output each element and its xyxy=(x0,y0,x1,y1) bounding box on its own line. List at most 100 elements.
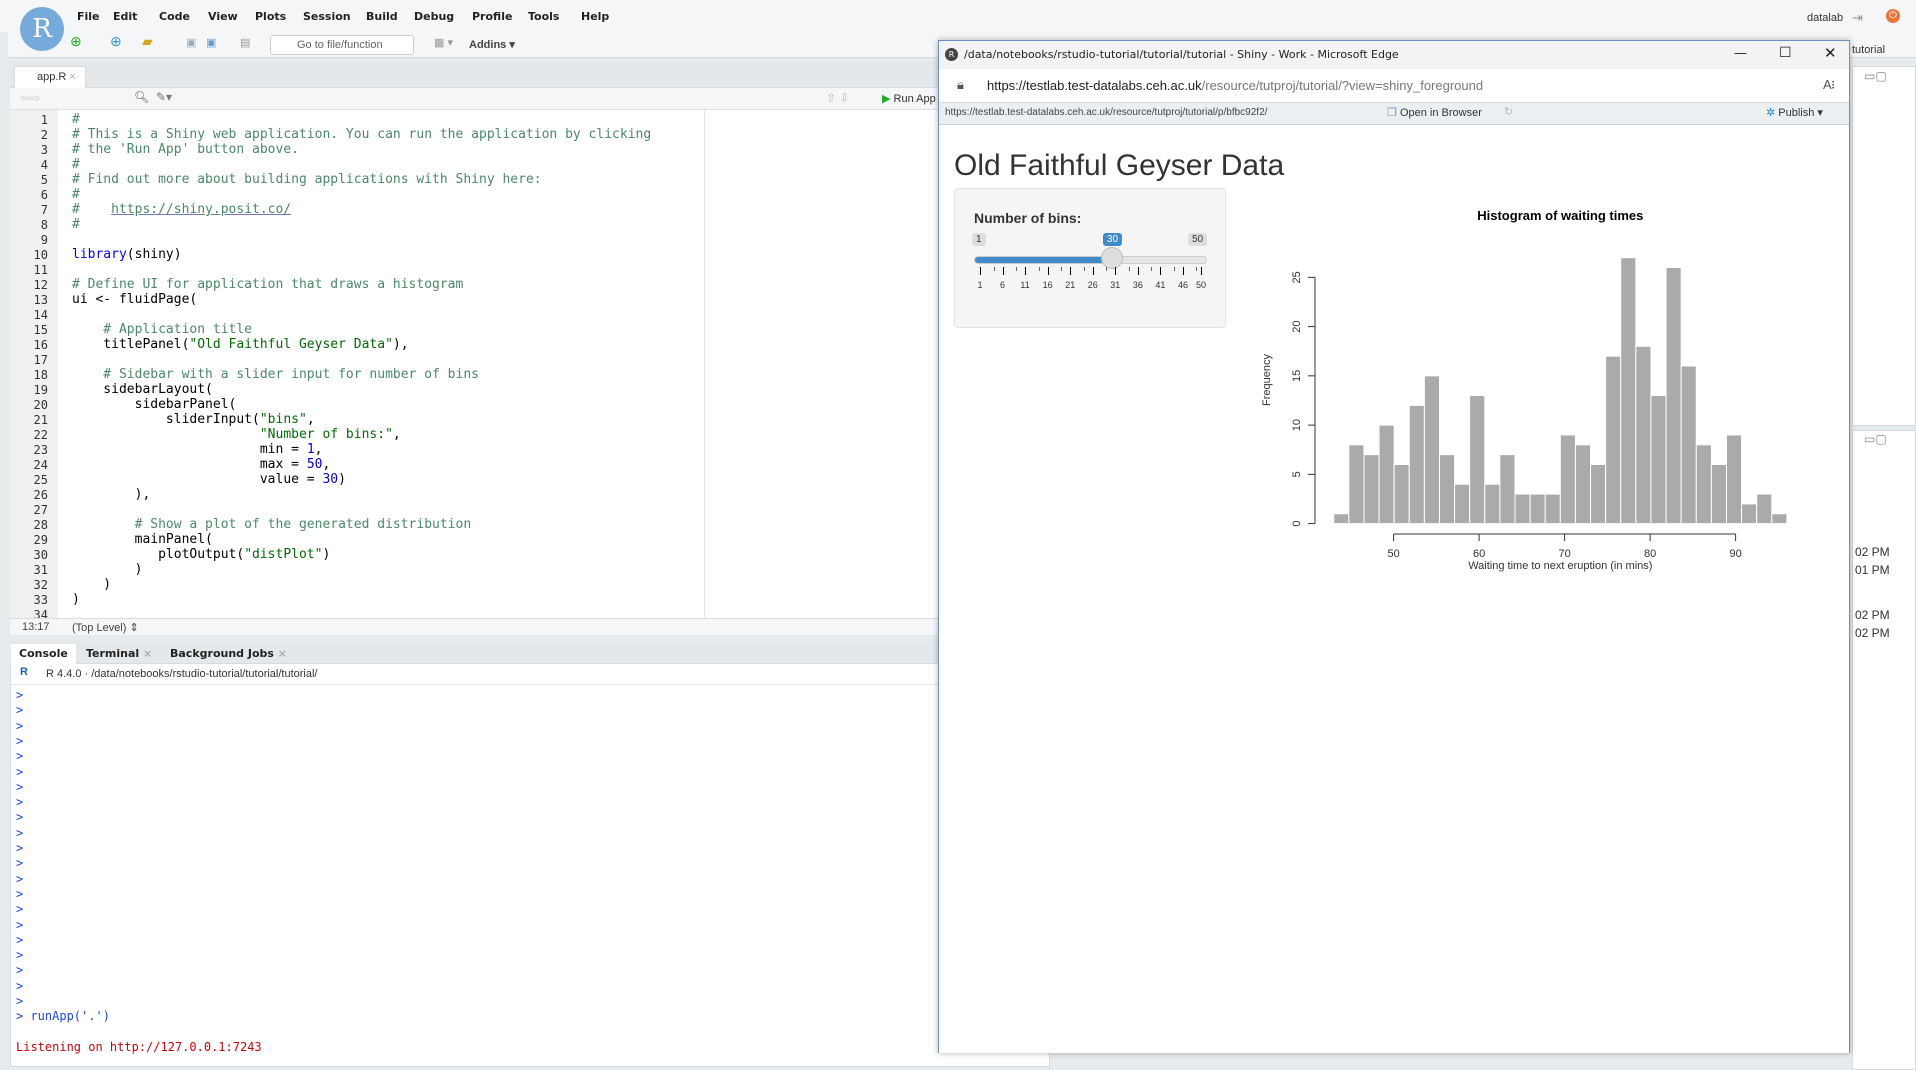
histogram-bar xyxy=(1499,454,1516,525)
code-token: plotOutput( xyxy=(72,547,245,562)
new-file-icon[interactable]: ⊕ xyxy=(70,33,82,51)
close-icon[interactable]: × xyxy=(278,647,287,660)
close-icon[interactable]: × xyxy=(69,71,75,83)
menu-code[interactable]: Code xyxy=(159,10,190,23)
slider-value-label: 30 xyxy=(1102,233,1123,246)
menu-tools[interactable]: Tools xyxy=(528,10,559,23)
console-output[interactable]: > > > > > > > > > > > > > > > > > > > > > > runApp('.') Listen… xyxy=(0,686,940,1066)
save-icon[interactable]: ▣ xyxy=(186,36,196,54)
menu-profile[interactable]: Profile xyxy=(472,10,512,23)
rstudio-logo: R xyxy=(20,7,64,51)
open-in-browser-button[interactable]: ❐ Open in Browser xyxy=(1387,106,1482,119)
address-bar[interactable]: 🔒︎ https://testlab.test-datalabs.ceh.ac.… xyxy=(939,69,1849,103)
sign-out-icon[interactable]: ⇥ xyxy=(1852,10,1863,26)
code-line: ), xyxy=(72,487,151,502)
up-down-arrows-icon[interactable]: ⇧ ⇩ xyxy=(826,91,849,105)
histogram-bar xyxy=(1620,257,1637,525)
code-token: 30 xyxy=(322,472,339,487)
code-line: "Number of bins:", xyxy=(72,427,401,442)
maximize-icon[interactable]: ▭▢ xyxy=(1864,432,1887,446)
tab-terminal[interactable]: Terminal × xyxy=(78,644,160,664)
slider-tick xyxy=(1201,267,1202,275)
close-icon[interactable]: × xyxy=(143,647,152,660)
menu-plots[interactable]: Plots xyxy=(255,10,286,23)
save-all-icon[interactable]: ▣ xyxy=(206,36,216,54)
histogram-bar xyxy=(1695,444,1712,525)
code-token: ) xyxy=(72,562,143,577)
line-number: 1 xyxy=(40,113,48,127)
line-number: 16 xyxy=(33,338,48,352)
scope-label: (Top Level) xyxy=(72,622,127,634)
slider-minor-tick xyxy=(1083,267,1085,271)
x-tick-label: 80 xyxy=(1644,548,1656,560)
menu-help[interactable]: Help xyxy=(581,10,609,23)
run-app-button[interactable]: ▶ Run App xyxy=(882,92,936,105)
line-number: 33 xyxy=(33,593,48,607)
line-number: 23 xyxy=(33,443,48,457)
scope-selector[interactable]: (Top Level) ⇕ xyxy=(72,621,139,634)
addins-menu[interactable]: Addins ▾ xyxy=(469,38,515,56)
line-number: 3 xyxy=(40,143,48,157)
menu-view[interactable]: View xyxy=(208,10,238,23)
tab-app-r[interactable]: app.R × xyxy=(14,66,86,88)
file-modified-time: 02 PM xyxy=(1855,545,1890,559)
layout-grid-icon[interactable]: ▦ ▾ xyxy=(434,36,453,54)
code-token: # This is a Shiny web application. You c… xyxy=(72,127,652,142)
minimize-button[interactable]: — xyxy=(1734,46,1747,61)
print-icon[interactable]: ▤ xyxy=(240,36,250,54)
histogram-bar xyxy=(1378,424,1395,525)
project-menu[interactable]: tutorial xyxy=(1852,44,1885,56)
maximize-icon[interactable]: ▭▢ xyxy=(1864,69,1887,83)
code-token: , xyxy=(322,457,331,472)
maximize-button[interactable]: ☐ xyxy=(1779,45,1792,61)
console-prompt: > xyxy=(16,994,24,1008)
working-directory[interactable]: /data/notebooks/rstudio-tutorial/tutoria… xyxy=(91,668,317,680)
menu-build[interactable]: Build xyxy=(366,10,398,23)
read-aloud-icon[interactable]: A፧ xyxy=(1823,77,1835,93)
refresh-icon[interactable]: ↻ xyxy=(1504,105,1513,118)
slider-tick xyxy=(1047,267,1049,275)
x-axis-label: Waiting time to next eruption (in mins) xyxy=(1468,560,1652,572)
publish-button[interactable]: ✲ Publish ▾ xyxy=(1766,106,1823,119)
code-editor[interactable]: 1 #2 # This is a Shiny web application. Yo… xyxy=(10,110,940,622)
histogram-bar xyxy=(1333,513,1350,525)
code-link[interactable]: https://shiny.posit.co/ xyxy=(111,202,291,217)
slider-handle[interactable] xyxy=(1100,247,1123,269)
histogram-bar xyxy=(1665,267,1682,525)
tab-background-jobs[interactable]: Background Jobs × xyxy=(162,644,295,664)
histogram-bar xyxy=(1454,483,1471,525)
console-prompt: > xyxy=(16,810,24,825)
console-prompt: > xyxy=(16,932,24,947)
slider-tick xyxy=(1002,267,1004,275)
go-to-file-input[interactable]: Go to file/function xyxy=(270,35,414,55)
line-number: 5 xyxy=(40,173,48,187)
menu-debug[interactable]: Debug xyxy=(414,10,454,23)
code-line: # Application title xyxy=(72,322,252,337)
code-line: sidebarLayout( xyxy=(72,382,213,397)
menu-session[interactable]: Session xyxy=(303,10,351,23)
code-token: ), xyxy=(72,487,151,502)
tab-console[interactable]: Console xyxy=(11,644,76,664)
menu-file[interactable]: File xyxy=(77,10,100,23)
line-number: 8 xyxy=(40,218,48,232)
search-icon[interactable]: 🔍︎ xyxy=(134,90,149,104)
magic-wand-icon[interactable]: ✎▾ xyxy=(156,90,172,104)
code-token: # Sidebar with a slider input for number… xyxy=(72,367,479,382)
menu-edit[interactable]: Edit xyxy=(113,10,137,23)
slider-tick xyxy=(980,267,981,275)
shiny-url[interactable]: https://testlab.test-datalabs.ceh.ac.uk/… xyxy=(945,107,1267,118)
line-number: 13 xyxy=(33,293,48,307)
power-icon[interactable]: ⏻ xyxy=(1886,9,1900,23)
line-number: 20 xyxy=(33,398,48,412)
back-forward-icon[interactable]: ⇦⇨ xyxy=(20,91,40,105)
files-pane xyxy=(1852,430,1916,1070)
console-prompt: > xyxy=(16,703,24,718)
sidebar-panel: Number of bins: 1 50 30 1 6 11 16 21 26 31 36 41… xyxy=(954,188,1226,328)
close-button[interactable]: ✕ xyxy=(1824,44,1837,62)
slider-tick xyxy=(1025,267,1027,275)
line-number: 2 xyxy=(40,128,48,142)
new-project-icon[interactable]: ⊕ xyxy=(110,33,122,51)
open-file-icon[interactable]: ▰ xyxy=(142,33,153,51)
slider-track[interactable] xyxy=(974,256,1207,264)
